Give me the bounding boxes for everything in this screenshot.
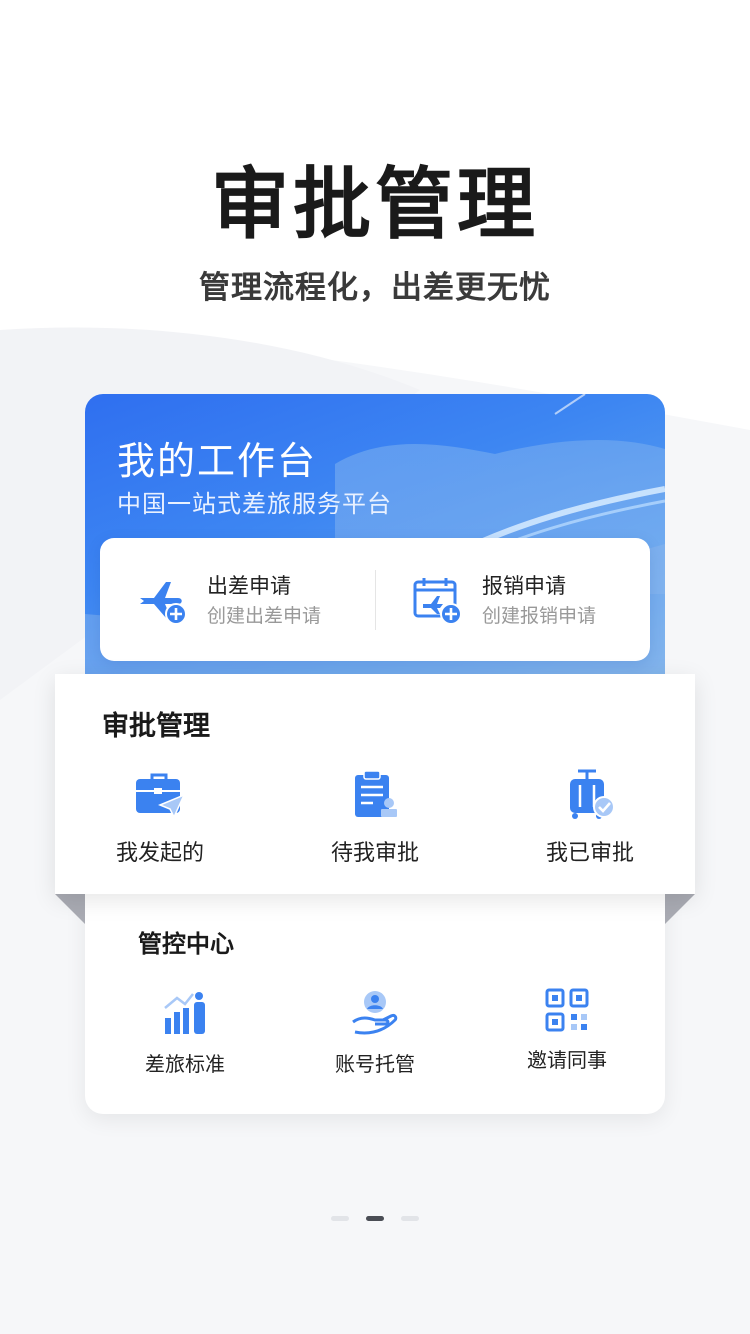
growth-person-icon bbox=[164, 992, 205, 1034]
clipboard-stamp-icon bbox=[355, 770, 397, 817]
briefcase-send-icon bbox=[136, 773, 186, 819]
control-center-card: 管控中心 差旅标准 账号托管 邀请同事 bbox=[85, 880, 665, 1114]
fold-shadow-left bbox=[55, 894, 85, 924]
travel-standard-button[interactable]: 差旅标准 bbox=[85, 988, 285, 1077]
page-dot[interactable] bbox=[330, 1216, 349, 1221]
luggage-check-icon bbox=[570, 769, 615, 819]
plane-add-icon bbox=[140, 582, 187, 625]
initiated-by-me-label: 我发起的 bbox=[115, 841, 204, 866]
page-dot-active[interactable] bbox=[366, 1216, 384, 1221]
page-dot[interactable] bbox=[401, 1216, 420, 1221]
page-indicator bbox=[0, 1208, 750, 1227]
travel-request-button[interactable]: 出差申请 创建出差申请 bbox=[100, 538, 375, 661]
pending-approval-label: 待我审批 bbox=[330, 841, 419, 866]
reimbursement-request-label: 报销申请 bbox=[482, 574, 566, 598]
approved-by-me-button[interactable]: 我已审批 bbox=[490, 769, 690, 867]
quick-actions-card: 出差申请 创建出差申请 报销申请 创建报销申请 bbox=[100, 538, 650, 661]
fold-shadow-right bbox=[665, 894, 695, 924]
pending-approval-button[interactable]: 待我审批 bbox=[275, 769, 475, 867]
travel-request-sub: 创建出差申请 bbox=[207, 605, 322, 627]
reimbursement-request-sub: 创建报销申请 bbox=[482, 605, 597, 627]
travel-standard-label: 差旅标准 bbox=[145, 1052, 225, 1076]
approval-section-title: 审批管理 bbox=[102, 711, 210, 742]
qr-code-icon bbox=[545, 988, 589, 1032]
control-section-title: 管控中心 bbox=[138, 930, 234, 958]
approved-by-me-label: 我已审批 bbox=[545, 841, 634, 866]
initiated-by-me-button[interactable]: 我发起的 bbox=[60, 769, 260, 867]
travel-request-label: 出差申请 bbox=[207, 574, 291, 598]
account-custody-label: 账号托管 bbox=[335, 1052, 415, 1076]
page-title: 审批管理 bbox=[210, 160, 539, 250]
invite-colleague-label: 邀请同事 bbox=[527, 1048, 607, 1072]
reimbursement-request-button[interactable]: 报销申请 创建报销申请 bbox=[375, 538, 650, 661]
hand-user-icon bbox=[352, 991, 398, 1035]
approval-management-card: 审批管理 我发起的 待我审批 我已审批 bbox=[55, 674, 695, 894]
invite-colleague-button[interactable]: 邀请同事 bbox=[467, 988, 667, 1073]
page-subtitle: 管理流程化，出差更无忧 bbox=[199, 270, 551, 306]
account-custody-button[interactable]: 账号托管 bbox=[275, 988, 475, 1077]
workbench-title: 我的工作台 bbox=[117, 439, 318, 483]
calendar-plane-add-icon bbox=[413, 578, 462, 625]
workbench-subtitle: 中国一站式差旅服务平台 bbox=[117, 490, 392, 518]
